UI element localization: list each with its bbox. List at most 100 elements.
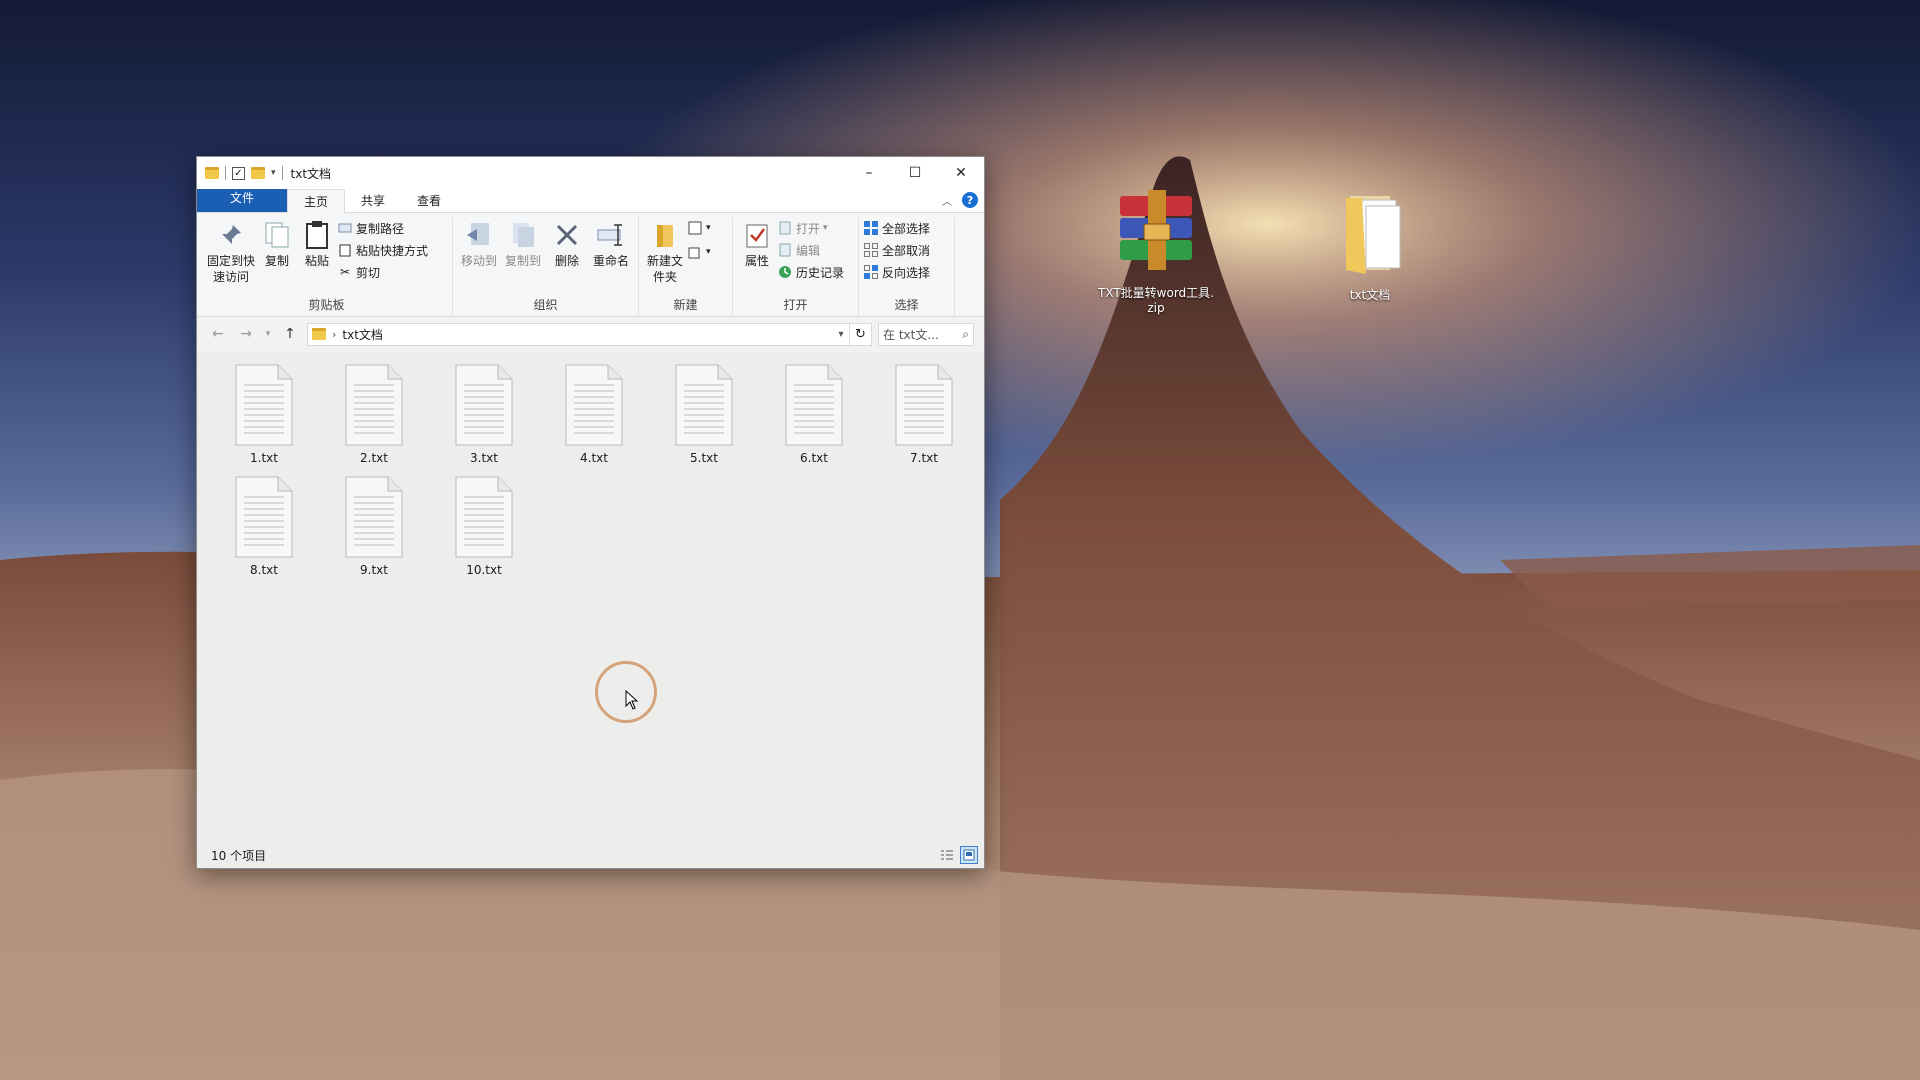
text-file-icon: [342, 363, 406, 447]
file-item[interactable]: 4.txt: [549, 363, 639, 465]
file-name: 9.txt: [360, 563, 388, 577]
chevron-down-icon[interactable]: ▾: [833, 329, 849, 340]
file-name: 4.txt: [580, 451, 608, 465]
history-icon: [777, 264, 793, 280]
file-list[interactable]: 1.txt 2.txt 3.txt 4.txt 5.txt 6.txt 7.txt 8.txt…: [197, 353, 984, 842]
group-label-open: 打开: [783, 298, 808, 312]
file-name: 5.txt: [690, 451, 718, 465]
group-clipboard: 固定到快速访问 复制 粘贴 复制路径 粘贴快捷方式 ✂ 剪切 剪贴板: [201, 217, 453, 315]
copy-to-button[interactable]: 复制到: [501, 217, 545, 297]
tab-view[interactable]: 查看: [401, 189, 457, 212]
easy-access-icon: [687, 244, 703, 260]
group-label-select: 选择: [894, 298, 919, 312]
file-item[interactable]: 3.txt: [439, 363, 529, 465]
file-item[interactable]: 2.txt: [329, 363, 419, 465]
file-name: 6.txt: [800, 451, 828, 465]
help-icon[interactable]: ?: [962, 192, 978, 208]
file-item[interactable]: 7.txt: [879, 363, 969, 465]
large-icons-view-button[interactable]: [960, 846, 978, 864]
tab-share[interactable]: 共享: [345, 189, 401, 212]
folder-icon: [1322, 190, 1418, 286]
copy-path-button[interactable]: 复制路径: [337, 219, 428, 237]
text-file-icon: [892, 363, 956, 447]
file-item[interactable]: 8.txt: [219, 475, 309, 577]
paste-shortcut-button[interactable]: 粘贴快捷方式: [337, 241, 428, 259]
rename-label: 重命名: [592, 254, 629, 268]
group-label-organize: 组织: [533, 298, 558, 312]
group-label-clipboard: 剪贴板: [308, 298, 345, 312]
new-folder-button[interactable]: 新建文件夹: [643, 217, 687, 297]
file-item[interactable]: 5.txt: [659, 363, 749, 465]
file-item[interactable]: 1.txt: [219, 363, 309, 465]
winrar-archive-icon: [1108, 188, 1204, 284]
open-button[interactable]: 打开 ▾: [777, 219, 844, 237]
minimize-button[interactable]: –: [846, 157, 892, 189]
refresh-button[interactable]: ↻: [850, 322, 872, 346]
separator: [225, 166, 226, 180]
desktop-icon-folder[interactable]: txt文档: [1310, 190, 1430, 303]
back-button[interactable]: ←: [207, 326, 229, 342]
copy-button[interactable]: 复制: [257, 217, 297, 297]
properties-icon[interactable]: ✓: [232, 166, 245, 180]
maximize-button[interactable]: ☐: [892, 157, 938, 189]
customize-toolbar-icon[interactable]: ▾: [271, 168, 276, 178]
text-file-icon: [232, 363, 296, 447]
text-file-icon: [782, 363, 846, 447]
address-field[interactable]: › txt文档 ▾: [307, 322, 850, 346]
new-item-button[interactable]: ▾: [687, 219, 711, 237]
move-to-button[interactable]: 移动到: [457, 217, 501, 297]
cut-button[interactable]: ✂ 剪切: [337, 263, 428, 281]
edit-icon: [777, 242, 793, 258]
rename-button[interactable]: 重命名: [589, 217, 633, 297]
title-bar[interactable]: ✓ ▾ txt文档 – ☐ ✕: [197, 157, 984, 189]
select-all-button[interactable]: 全部选择: [863, 219, 930, 237]
delete-button[interactable]: 删除: [545, 217, 589, 297]
pin-quick-access-button[interactable]: 固定到快速访问: [205, 217, 257, 297]
tab-home[interactable]: 主页: [287, 189, 346, 213]
new-folder-icon[interactable]: [251, 167, 265, 179]
easy-access-button[interactable]: ▾: [687, 243, 711, 261]
status-bar: 10 个项目: [197, 842, 984, 868]
item-count: 10 个项目: [211, 848, 267, 863]
rename-icon: [595, 219, 627, 251]
file-item[interactable]: 6.txt: [769, 363, 859, 465]
select-none-icon: [863, 242, 879, 258]
invert-selection-label: 反向选择: [882, 265, 931, 280]
copy-path-icon: [337, 220, 353, 236]
close-button[interactable]: ✕: [938, 157, 984, 189]
paste-shortcut-label: 粘贴快捷方式: [356, 243, 429, 258]
tab-file[interactable]: 文件: [197, 189, 287, 212]
history-button[interactable]: 历史记录: [777, 263, 844, 281]
large-icons-view-icon: [963, 849, 975, 861]
text-file-icon: [452, 475, 516, 559]
ribbon: 固定到快速访问 复制 粘贴 复制路径 粘贴快捷方式 ✂ 剪切 剪贴板 移动到 复…: [197, 213, 984, 317]
file-item[interactable]: 9.txt: [329, 475, 419, 577]
file-item[interactable]: 10.txt: [439, 475, 529, 577]
details-view-button[interactable]: [938, 846, 956, 864]
properties-icon: [741, 219, 773, 251]
select-none-button[interactable]: 全部取消: [863, 241, 930, 259]
invert-selection-button[interactable]: 反向选择: [863, 263, 930, 281]
text-file-icon: [672, 363, 736, 447]
history-label: 历史记录: [796, 265, 845, 280]
up-button[interactable]: ↑: [279, 326, 301, 342]
search-input[interactable]: 在 txt文... ⌕: [878, 322, 974, 346]
select-all-label: 全部选择: [882, 221, 931, 236]
file-name: 8.txt: [250, 563, 278, 577]
forward-button[interactable]: →: [235, 326, 257, 342]
edit-button[interactable]: 编辑: [777, 241, 844, 259]
text-file-icon: [342, 475, 406, 559]
file-name: 2.txt: [360, 451, 388, 465]
paste-button[interactable]: 粘贴: [297, 217, 337, 297]
move-to-label: 移动到: [460, 254, 497, 268]
desktop-icon-zip[interactable]: TXT批量转word工具.zip: [1096, 188, 1216, 316]
address-bar: ← → ▾ ↑ › txt文档 ▾ ↻ 在 txt文... ⌕: [197, 317, 984, 351]
address-path: txt文档: [342, 327, 383, 342]
scissors-icon: ✂: [339, 265, 351, 279]
invert-selection-icon: [863, 264, 879, 280]
recent-locations-button[interactable]: ▾: [263, 329, 273, 339]
file-explorer-window[interactable]: ✓ ▾ txt文档 – ☐ ✕ 文件 主页 共享 查看 ︿ ? 固定到快速访问 …: [196, 156, 985, 869]
collapse-ribbon-icon[interactable]: ︿: [942, 193, 952, 208]
properties-button[interactable]: 属性: [737, 217, 777, 297]
move-to-icon: [463, 219, 495, 251]
